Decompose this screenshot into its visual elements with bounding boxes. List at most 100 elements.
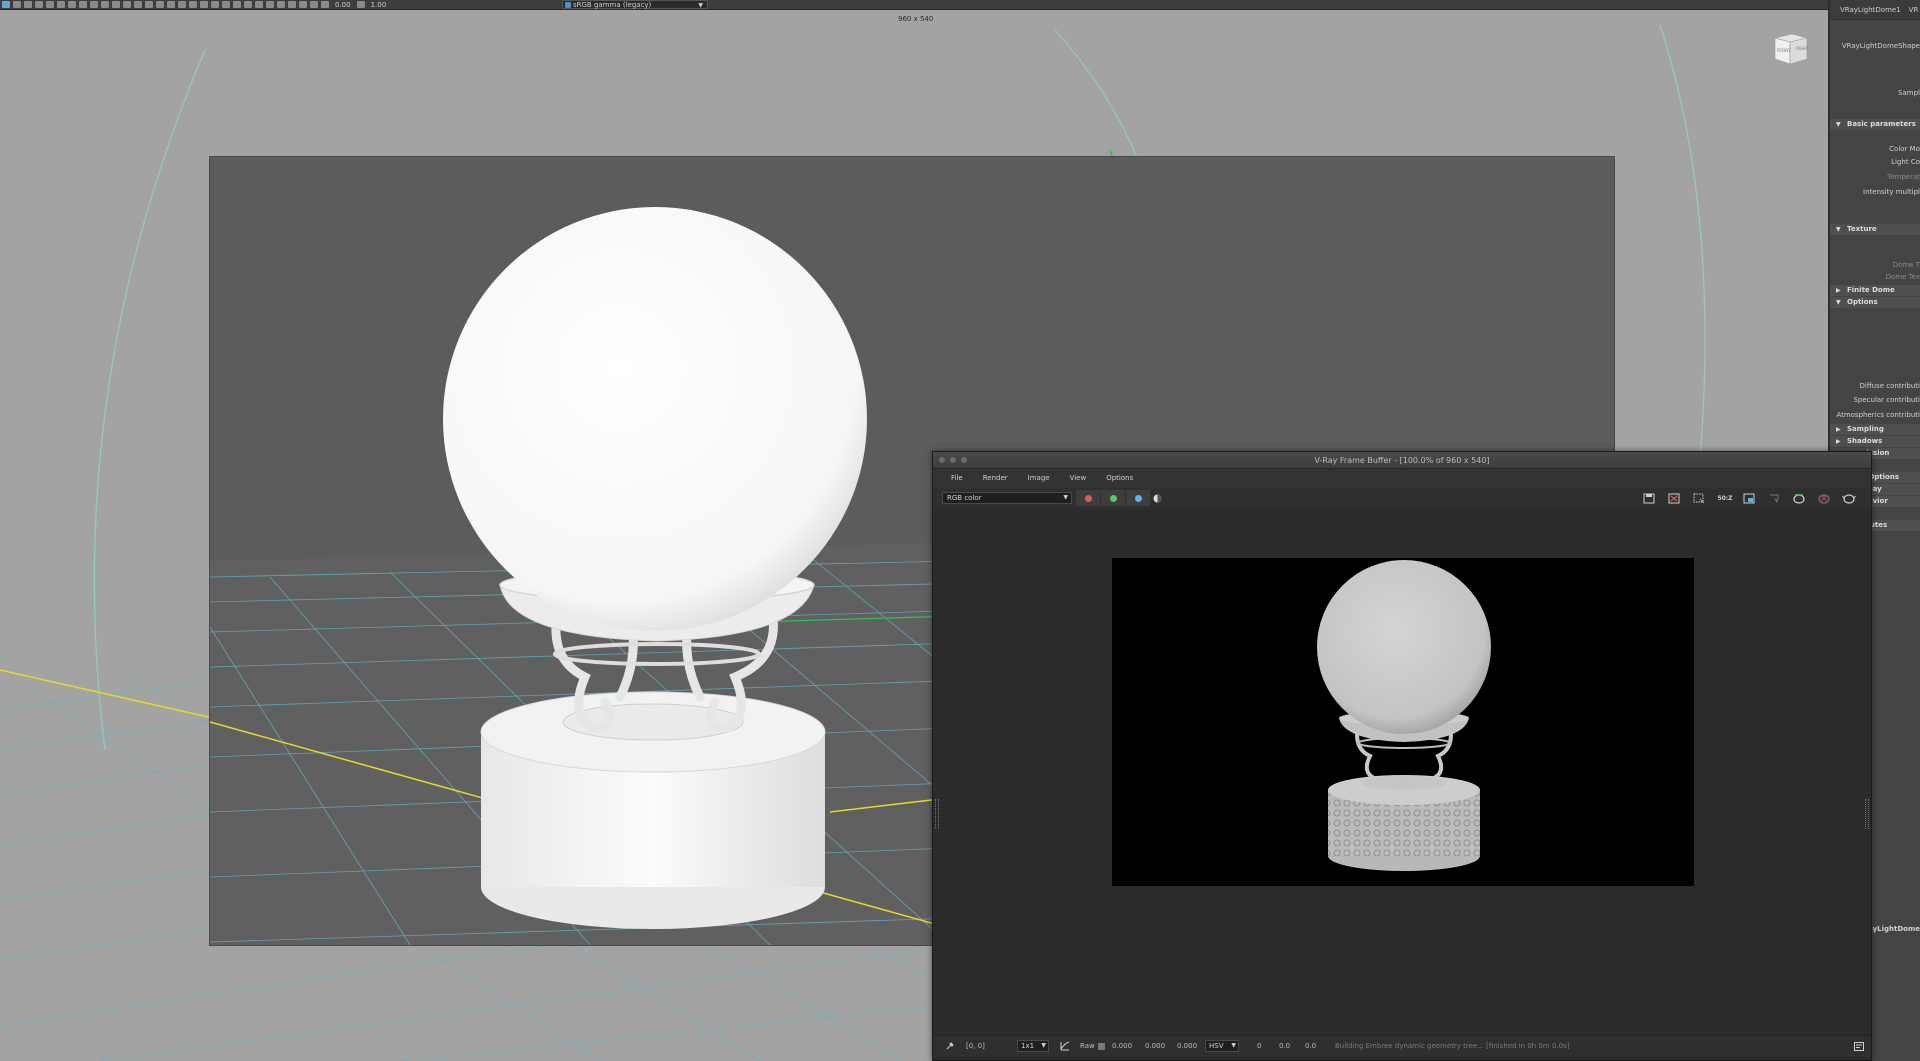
menu-options[interactable]: Options bbox=[1106, 474, 1133, 482]
sphere bbox=[443, 207, 867, 631]
compare-button[interactable]: 50:Z bbox=[1716, 491, 1734, 505]
resolution-gate-icon[interactable] bbox=[167, 1, 175, 8]
stop-render-button[interactable] bbox=[1816, 491, 1831, 505]
light-color-label: Light Co bbox=[1891, 158, 1920, 166]
tab-vraylightdome1[interactable]: VRayLightDome1 bbox=[1840, 6, 1901, 14]
sampling-label: Sampl bbox=[1898, 89, 1920, 97]
xray-icon[interactable] bbox=[299, 1, 307, 8]
menu-view[interactable]: View bbox=[1070, 474, 1087, 482]
exposure-icon[interactable] bbox=[321, 1, 329, 8]
resolution-label: 960 x 540 bbox=[898, 15, 934, 23]
manipulator-arc-left bbox=[93, 49, 206, 751]
snap-point-icon[interactable] bbox=[90, 1, 98, 8]
move-tool-icon[interactable] bbox=[35, 1, 43, 8]
save-image-icon bbox=[1643, 493, 1654, 503]
vfb-title-bar[interactable]: V-Ray Frame Buffer - [100.0% of 960 x 54… bbox=[933, 452, 1871, 469]
film-gate-icon[interactable] bbox=[156, 1, 164, 8]
wireframe-icon[interactable] bbox=[222, 1, 230, 8]
rotate-tool-icon[interactable] bbox=[46, 1, 54, 8]
intensity-multiplier-label: Intensity multipl bbox=[1863, 188, 1920, 196]
view-cube[interactable]: FRONT RIGHT bbox=[1772, 32, 1810, 66]
dome-tex-2-label: Dome Tex bbox=[1885, 273, 1920, 281]
render-channel-select[interactable]: RGB color ▼ bbox=[942, 492, 1072, 504]
rendered-image[interactable] bbox=[1112, 558, 1694, 886]
section-basic-parameters[interactable]: ▼ Basic parameters bbox=[1830, 119, 1920, 130]
vfb-toolbar: RGB color ▼ 50:Z bbox=[933, 487, 1871, 509]
grid-icon[interactable] bbox=[145, 1, 153, 8]
safe-title-icon[interactable] bbox=[211, 1, 219, 8]
right-panel-handle[interactable] bbox=[1865, 799, 1869, 829]
compare-icon: 50:Z bbox=[1717, 494, 1733, 502]
section-label: Texture bbox=[1847, 225, 1877, 233]
save-image-button[interactable] bbox=[1641, 491, 1656, 505]
render-button[interactable] bbox=[1791, 491, 1806, 505]
textured-icon[interactable] bbox=[244, 1, 252, 8]
node-name-label: VRayLightDomeShape bbox=[1841, 42, 1920, 50]
pixel-coordinates: [0, 0] bbox=[966, 1042, 985, 1050]
camera-attr-icon[interactable] bbox=[112, 1, 120, 8]
section-options[interactable]: ▼ Options bbox=[1830, 297, 1920, 308]
vfb-status-bar: [0, 0] 1x1 ▼ Raw 0.000 0.000 0.000 HSV ▼… bbox=[933, 1035, 1871, 1057]
section-texture[interactable]: ▼ Texture bbox=[1830, 224, 1920, 235]
vfb-title: V-Ray Frame Buffer - [100.0% of 960 x 54… bbox=[1314, 456, 1490, 465]
blue-channel-toggle[interactable] bbox=[1126, 490, 1150, 506]
red-channel-toggle[interactable] bbox=[1076, 490, 1100, 506]
gamma-value[interactable]: 1.00 bbox=[368, 1, 390, 9]
left-panel-handle[interactable] bbox=[935, 799, 939, 829]
bookmark-icon[interactable] bbox=[123, 1, 131, 8]
xray-joints-icon[interactable] bbox=[310, 1, 318, 8]
collapse-triangle-icon: ▶ bbox=[1836, 287, 1841, 294]
render-icon bbox=[1792, 494, 1805, 504]
color-space-label: sRGB gamma (legacy) bbox=[573, 1, 652, 9]
paint-tool-icon[interactable] bbox=[24, 1, 32, 8]
frame-icon bbox=[1743, 493, 1754, 503]
ambient-occlusion-icon[interactable] bbox=[277, 1, 285, 8]
color-mode-label: HSV bbox=[1209, 1042, 1224, 1050]
menu-file[interactable]: File bbox=[951, 474, 963, 482]
field-chart-icon[interactable] bbox=[189, 1, 197, 8]
lasso-tool-icon[interactable] bbox=[13, 1, 21, 8]
select-tool-icon[interactable] bbox=[2, 1, 10, 8]
section-shadows[interactable]: ▶ Shadows bbox=[1830, 436, 1920, 447]
safe-action-icon[interactable] bbox=[200, 1, 208, 8]
main-toolbar: 0.00 1.00 sRGB gamma (legacy) ▼ bbox=[0, 0, 1830, 10]
scale-tool-icon[interactable] bbox=[57, 1, 65, 8]
eyedropper-icon bbox=[946, 1042, 954, 1050]
tab-vray[interactable]: VR bbox=[1909, 6, 1919, 14]
gamma-icon[interactable] bbox=[356, 1, 365, 8]
frame-button[interactable] bbox=[1741, 491, 1756, 505]
teapot-render-button[interactable] bbox=[1841, 491, 1856, 505]
gate-mask-icon[interactable] bbox=[178, 1, 186, 8]
snap-grid-icon[interactable] bbox=[68, 1, 76, 8]
lights-icon[interactable] bbox=[255, 1, 263, 8]
section-finite-dome[interactable]: ▶ Finite Dome bbox=[1830, 285, 1920, 296]
snap-curve-icon[interactable] bbox=[79, 1, 87, 8]
region-render-button[interactable] bbox=[1691, 491, 1706, 505]
section-sampling[interactable]: ▶ Sampling bbox=[1830, 424, 1920, 435]
image-plane-icon[interactable] bbox=[134, 1, 142, 8]
vray-frame-buffer-window: V-Ray Frame Buffer - [100.0% of 960 x 54… bbox=[932, 451, 1872, 1061]
menu-render[interactable]: Render bbox=[983, 474, 1008, 482]
alpha-channel-toggle[interactable] bbox=[1150, 491, 1165, 505]
red-dot-icon bbox=[1084, 494, 1092, 502]
track-mouse-button[interactable] bbox=[1766, 491, 1781, 505]
log-button[interactable] bbox=[1851, 1039, 1866, 1053]
menu-image[interactable]: Image bbox=[1028, 474, 1050, 482]
camera-icon[interactable] bbox=[101, 1, 109, 8]
log-icon bbox=[1853, 1041, 1864, 1051]
zoom-select[interactable]: 1x1 ▼ bbox=[1017, 1040, 1049, 1052]
green-channel-toggle[interactable] bbox=[1101, 490, 1125, 506]
alpha-icon bbox=[1153, 494, 1162, 502]
green-value: 0.000 bbox=[1145, 1042, 1166, 1050]
pick-pixel-button[interactable] bbox=[942, 1039, 957, 1053]
smooth-shade-icon[interactable] bbox=[233, 1, 241, 8]
color-mode-select[interactable]: HSV ▼ bbox=[1205, 1040, 1239, 1052]
color-space-select[interactable]: sRGB gamma (legacy) ▼ bbox=[562, 0, 708, 9]
isolate-icon[interactable] bbox=[288, 1, 296, 8]
manipulator-arc-far bbox=[1659, 24, 1706, 461]
shadows-icon[interactable] bbox=[266, 1, 274, 8]
clear-image-button[interactable] bbox=[1666, 491, 1681, 505]
color-correct-button[interactable] bbox=[1057, 1039, 1072, 1053]
render-view-area[interactable] bbox=[933, 509, 1871, 1029]
exposure-value[interactable]: 0.00 bbox=[332, 1, 354, 9]
